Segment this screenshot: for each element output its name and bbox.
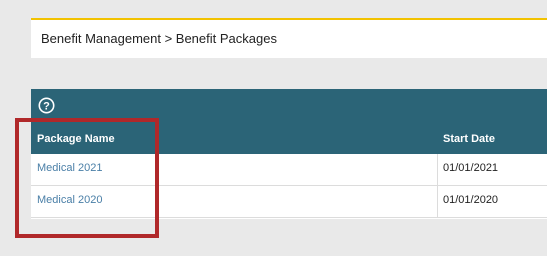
start-date-cell: 01/01/2020 — [443, 194, 499, 206]
package-link-medical-2020[interactable]: Medical 2020 — [37, 194, 102, 206]
table-row: Medical 2021 01/01/2021 — [31, 154, 547, 186]
package-link-medical-2021[interactable]: Medical 2021 — [37, 162, 102, 174]
column-header-package-name[interactable]: Package Name — [37, 133, 115, 145]
help-icon-glyph: ? — [43, 101, 50, 113]
table-header: ? Package Name Start Date — [31, 89, 547, 154]
breadcrumb-bar: Benefit Management > Benefit Packages — [31, 18, 547, 58]
breadcrumb: Benefit Management > Benefit Packages — [41, 31, 277, 46]
column-divider — [437, 186, 438, 217]
benefit-packages-table: ? Package Name Start Date Medical 2021 0… — [31, 89, 547, 219]
column-divider — [437, 154, 438, 185]
table-row: Medical 2020 01/01/2020 — [31, 186, 547, 218]
column-header-start-date[interactable]: Start Date — [443, 133, 495, 145]
help-icon[interactable]: ? — [38, 97, 55, 114]
start-date-cell: 01/01/2021 — [443, 162, 499, 174]
